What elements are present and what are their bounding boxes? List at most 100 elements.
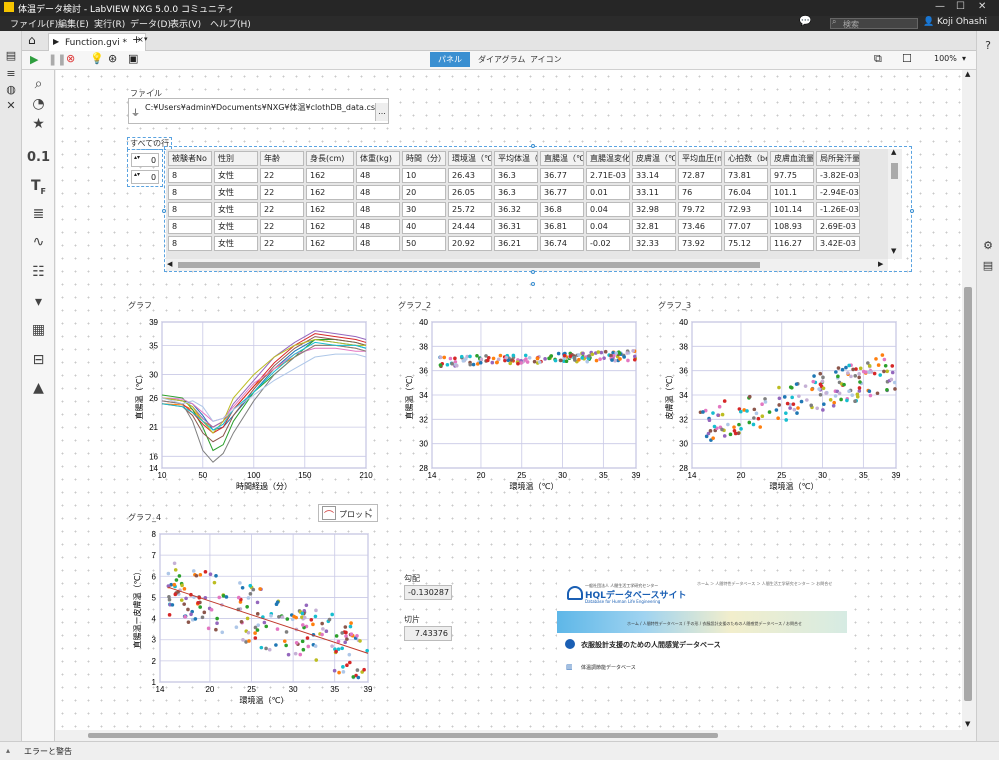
minimize-icon[interactable]: — <box>935 1 945 12</box>
table-vscroll-thumb[interactable] <box>891 163 898 179</box>
string-icon[interactable]: ≣ <box>22 206 55 222</box>
banner-link[interactable]: 体温調節能データベース <box>581 664 636 671</box>
resize-handle[interactable] <box>910 209 914 213</box>
menu-run[interactable]: 実行(R) <box>94 17 125 30</box>
search-input[interactable]: 検索 <box>830 18 918 29</box>
table-cell[interactable]: 2.69E-03 <box>816 219 860 234</box>
table-cell[interactable]: 36.32 <box>494 202 538 217</box>
table-cell[interactable]: 48 <box>356 168 400 183</box>
table-cell[interactable]: 36.31 <box>494 219 538 234</box>
align-icon[interactable]: ⧉ <box>874 52 882 66</box>
table-cell[interactable]: 76 <box>678 185 722 200</box>
table-cell[interactable]: 33.14 <box>632 168 676 183</box>
table-cell[interactable]: 26.43 <box>448 168 492 183</box>
favorites-icon[interactable]: ★ <box>22 116 55 132</box>
horizontal-scroll-thumb[interactable] <box>88 733 718 738</box>
row-stepper-icon[interactable]: ▴▾ <box>134 154 140 161</box>
table-cell[interactable]: 79.72 <box>678 202 722 217</box>
plot-legend[interactable]: ⌒ プロット ▴ ▾ <box>318 504 378 522</box>
user-icon[interactable]: 👤 <box>923 17 934 27</box>
numeric-icon[interactable]: 0.1 <box>22 150 55 165</box>
row-index-value[interactable]: 0 <box>151 156 156 165</box>
tab-panel[interactable]: パネル <box>430 52 470 67</box>
graph-icon[interactable]: ∿ <box>22 234 55 250</box>
zoom-chevron-icon[interactable]: ▾ <box>962 54 966 63</box>
table-row[interactable]: 8 女性 22 162 48 20 26.05 36.3 36.77 0.01 33.11 76 76.… <box>168 185 860 200</box>
table-cell[interactable]: 30 <box>402 202 446 217</box>
close-icon[interactable]: ✕ <box>978 1 986 12</box>
table-cell[interactable]: 2.71E-03 <box>586 168 630 183</box>
table-cell[interactable]: 72.93 <box>724 202 768 217</box>
table-cell[interactable]: 108.93 <box>770 219 814 234</box>
table-cell[interactable]: -2.94E-03 <box>816 185 860 200</box>
scroll-down-icon[interactable]: ▼ <box>965 720 970 728</box>
table-cell[interactable]: -0.02 <box>586 236 630 251</box>
table-cell[interactable]: 22 <box>260 202 304 217</box>
table-cell[interactable]: 48 <box>356 202 400 217</box>
graph1-chart[interactable]: 10 50 100 150 210 14 16 21 26 30 35 39 時間経過（分） 直腸温（℃） <box>128 314 373 499</box>
file-properties-icon[interactable]: ▤ <box>977 259 999 272</box>
table-cell[interactable]: 48 <box>356 219 400 234</box>
table-cell[interactable]: 73.81 <box>724 168 768 183</box>
graph3-chart[interactable]: 14 20 25 30 35 39 28 30 32 34 36 38 40 環境温（℃） 皮膚温（℃） <box>658 314 903 499</box>
list-icon[interactable]: ▾ <box>22 294 55 310</box>
boolean-icon[interactable]: TF <box>22 178 55 196</box>
table-cell[interactable]: 76.04 <box>724 185 768 200</box>
table-cell[interactable]: 3.42E-03 <box>816 236 860 251</box>
table-cell[interactable]: 女性 <box>214 168 258 183</box>
menu-edit[interactable]: 編集(E) <box>58 17 89 30</box>
table-cell[interactable]: 8 <box>168 185 212 200</box>
probe-icon[interactable]: ⊛ <box>108 52 117 65</box>
table-scroll-left-icon[interactable]: ◀ <box>167 260 172 268</box>
graph4-chart[interactable]: 14 20 25 30 35 39 1 2 3 4 5 6 7 8 環境温（℃） 直腸温ー皮膚温（℃） <box>128 526 376 712</box>
table-vscroll[interactable]: ▲ ▼ <box>888 148 902 259</box>
table-hscroll-thumb[interactable] <box>178 262 760 268</box>
decorations-icon[interactable]: ⊟ <box>22 352 55 368</box>
table-cell[interactable]: 女性 <box>214 236 258 251</box>
frame-icon[interactable]: ☐ <box>902 52 912 65</box>
hardware-icon[interactable]: ◍ <box>0 83 22 96</box>
context-help-icon[interactable]: ? <box>977 39 999 52</box>
table-cell[interactable]: 72.87 <box>678 168 722 183</box>
table-cell[interactable]: 75.12 <box>724 236 768 251</box>
table-cell[interactable]: 8 <box>168 236 212 251</box>
table-cell[interactable]: 24.44 <box>448 219 492 234</box>
table-cell[interactable]: 101.14 <box>770 202 814 217</box>
table-cell[interactable]: 32.81 <box>632 219 676 234</box>
table-cell[interactable]: 32.33 <box>632 236 676 251</box>
expand-icon[interactable]: ▴ <box>6 746 10 755</box>
table-cell[interactable]: 48 <box>356 185 400 200</box>
table-cell[interactable]: -3.82E-03 <box>816 168 860 183</box>
table-cell[interactable]: 101.1 <box>770 185 814 200</box>
legend-stepper-icon[interactable]: ▴ ▾ <box>369 506 372 520</box>
column-index-control[interactable]: ▴▾ 0 <box>131 170 159 184</box>
search-palette-icon[interactable]: ⌕ <box>22 76 55 92</box>
table-scroll-down-icon[interactable]: ▼ <box>891 247 896 255</box>
tools-icon[interactable]: ✕ <box>0 99 22 112</box>
table-cell[interactable]: 73.92 <box>678 236 722 251</box>
document-icon[interactable]: ▤ <box>0 49 22 62</box>
resize-handle[interactable] <box>531 270 535 274</box>
table-cell[interactable]: 22 <box>260 236 304 251</box>
zoom-level[interactable]: 100% <box>934 54 957 63</box>
highlight-icon[interactable]: 💡 <box>90 52 104 65</box>
table-cell[interactable]: 36.77 <box>540 185 584 200</box>
menu-help[interactable]: ヘルプ(H) <box>210 17 251 30</box>
table-row[interactable]: 8 女性 22 162 48 50 20.92 36.21 36.74 -0.02 32.33 73.… <box>168 236 860 251</box>
browse-button[interactable]: ... <box>375 103 388 121</box>
pause-icon[interactable]: ❚❚ <box>48 53 66 66</box>
add-tab-button[interactable]: + <box>132 33 141 46</box>
table-cell[interactable]: 162 <box>306 236 354 251</box>
rotate-handle[interactable] <box>531 282 535 286</box>
data-table[interactable]: 被験者No性別年齢身長(cm)体重(kg)時間（分）環境温（℃）平均体温（℃直腸… <box>166 149 888 259</box>
table-cell[interactable]: 36.3 <box>494 168 538 183</box>
table-cell[interactable]: 10 <box>402 168 446 183</box>
table-cell[interactable]: 8 <box>168 202 212 217</box>
recent-icon[interactable]: ◔ <box>22 96 55 112</box>
table-cell[interactable]: 20.92 <box>448 236 492 251</box>
table-cell[interactable]: 36.8 <box>540 202 584 217</box>
run-icon[interactable]: ▶ <box>30 53 38 66</box>
table-cell[interactable]: 22 <box>260 168 304 183</box>
maximize-icon[interactable]: ☐ <box>956 1 965 12</box>
row-index-control[interactable]: ▴▾ 0 <box>131 153 159 167</box>
